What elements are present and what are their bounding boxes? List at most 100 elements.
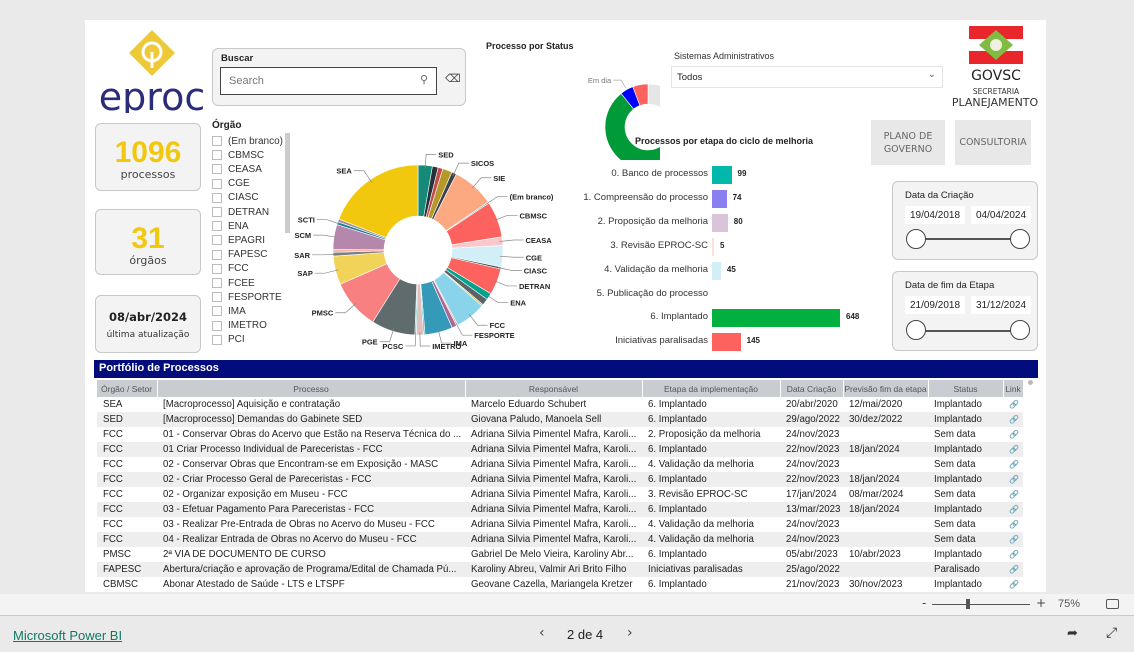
column-header[interactable]: Link [1003,380,1023,397]
plano-de-governo-button[interactable]: PLANO DE GOVERNO [871,120,945,165]
data-criacao-start-handle[interactable] [906,229,926,249]
zoom-in-button[interactable]: + [1036,596,1046,610]
link-icon[interactable]: 🔗 [1003,487,1023,502]
table-row[interactable]: FCC 02 - Criar Processo Geral de Pareceri… [97,472,1023,487]
power-bi-link[interactable]: Microsoft Power BI [13,628,122,643]
zoom-out-button[interactable]: - [922,596,926,610]
data-criacao-start[interactable]: 19/04/2018 [905,206,965,224]
table-row[interactable]: SEA [Macroprocesso] Aquisição e contrataç… [97,397,1023,412]
sistemas-dropdown[interactable]: Todos ⌄ [671,66,943,88]
checkbox[interactable] [212,306,222,317]
orgao-filter-item[interactable]: EPAGRI [212,233,265,247]
prev-page-icon[interactable]: ‹ [539,625,545,641]
table-row[interactable]: FCC 03 - Efetuar Pagamento Para Pareceris… [97,502,1023,517]
table-row[interactable]: CBMSC Abonar Atestado de Saúde - LTS e LT… [97,577,1023,592]
next-page-icon[interactable]: › [627,625,633,641]
orgao-filter-item[interactable]: IMETRO [212,319,267,333]
orgao-filter-item[interactable]: CBMSC [212,148,264,162]
checkbox[interactable] [212,164,222,175]
link-icon[interactable]: 🔗 [1003,412,1023,427]
bar[interactable] [712,261,721,280]
orgao-filter-item[interactable]: PCI [212,333,245,347]
table-scrollbar[interactable] [1028,380,1033,385]
orgao-filter-item[interactable]: FESPORTE [212,290,282,304]
column-header[interactable]: Órgão / Setor [97,380,158,397]
data-fim-end[interactable]: 31/12/2024 [971,296,1031,314]
search-input[interactable]: Search ⚲ [220,67,437,95]
orgao-filter-item[interactable]: IMA [212,304,246,318]
data-fim-start-handle[interactable] [906,320,926,340]
checkbox[interactable] [212,334,222,345]
orgao-filter-item[interactable]: CIASC [212,191,259,205]
link-icon[interactable]: 🔗 [1003,397,1023,412]
link-icon[interactable]: 🔗 [1003,547,1023,562]
data-fim-start[interactable]: 21/09/2018 [905,296,965,314]
link-icon[interactable]: 🔗 [1003,427,1023,442]
column-header[interactable]: Status [928,380,1004,397]
table-row[interactable]: PMSC 2ª VIA DE DOCUMENTO DE CURSO Gabriel … [97,547,1023,562]
orgao-filter-item[interactable]: (Em branco) [212,134,283,148]
link-icon[interactable]: 🔗 [1003,562,1023,577]
column-header[interactable]: Responsável [465,380,643,397]
link-icon[interactable]: 🔗 [1003,472,1023,487]
fullscreen-icon[interactable]: ⤢ [1106,625,1117,641]
bar[interactable] [712,189,727,208]
column-header[interactable]: Data Criação [780,380,844,397]
checkbox[interactable] [212,292,222,303]
table-row[interactable]: FCC 01 - Conservar Obras do Acervo que Es… [97,427,1023,442]
eproc-logo-icon: eproc [99,30,205,119]
column-header[interactable]: Previsão fim da etapa [843,380,929,397]
bar[interactable] [712,333,741,352]
table-row[interactable]: FCC 02 - Organizar exposição em Museu - F… [97,487,1023,502]
data-fim-end-handle[interactable] [1010,320,1030,340]
orgao-filter-item[interactable]: FAPESC [212,248,267,262]
checkbox[interactable] [212,207,222,217]
link-icon[interactable]: 🔗 [1003,502,1023,517]
table-row[interactable]: FCC 01 Criar Processo Individual de Parec… [97,442,1023,457]
orgao-filter-item[interactable]: FCEE [212,276,255,290]
data-criacao-end[interactable]: 04/04/2024 [971,206,1031,224]
table-row[interactable]: FAPESC Abertura/criação e aprovação de Pr… [97,562,1023,577]
link-icon[interactable]: 🔗 [1003,577,1023,592]
bar[interactable] [712,309,840,328]
orgao-filter-item[interactable]: FCC [212,262,249,276]
bar[interactable] [712,237,714,256]
table-row[interactable]: FCC 02 - Conservar Obras que Encontram-se… [97,457,1023,472]
checkbox[interactable] [212,192,222,203]
zoom-slider[interactable] [932,604,1030,605]
table-row[interactable]: SED [Macroprocesso] Demandas do Gabinete … [97,412,1023,427]
consultoria-button[interactable]: CONSULTORIA [955,120,1031,165]
table-cell: Implantado [928,412,1003,427]
share-icon[interactable]: ➦ [1067,626,1078,641]
orgao-filter-item[interactable]: ENA [212,219,249,233]
eraser-icon[interactable]: ⌫ [445,72,461,85]
link-icon[interactable]: 🔗 [1003,532,1023,547]
table-row[interactable]: FCC 04 - Realizar Entrada de Obras no Ace… [97,532,1023,547]
column-header[interactable]: Processo [157,380,466,397]
checkbox[interactable] [212,221,222,232]
fit-to-page-icon[interactable] [1106,599,1119,609]
checkbox[interactable] [212,178,222,189]
checkbox[interactable] [212,249,222,260]
table-cell: 12/mai/2020 [849,399,903,410]
checkbox[interactable] [212,235,222,246]
pie-slice[interactable] [647,83,660,116]
bar[interactable] [712,213,728,232]
bar[interactable] [712,166,732,184]
link-icon[interactable]: 🔗 [1003,442,1023,457]
orgao-filter-item[interactable]: CGE [212,177,250,191]
search-icon[interactable]: ⚲ [420,73,428,86]
checkbox[interactable] [212,320,222,331]
data-criacao-end-handle[interactable] [1010,229,1030,249]
checkbox[interactable] [212,263,222,274]
orgao-filter-item[interactable]: DETRAN [212,205,269,219]
checkbox[interactable] [212,278,222,288]
link-icon[interactable]: 🔗 [1003,457,1023,472]
column-header[interactable]: Etapa da implementação [642,380,781,397]
checkbox[interactable] [212,150,222,161]
checkbox[interactable] [212,136,222,146]
link-icon[interactable]: 🔗 [1003,517,1023,532]
zoom-slider-handle[interactable] [966,599,970,609]
orgao-filter-item[interactable]: CEASA [212,162,262,176]
table-row[interactable]: FCC 03 - Realizar Pre-Entrada de Obras no… [97,517,1023,532]
